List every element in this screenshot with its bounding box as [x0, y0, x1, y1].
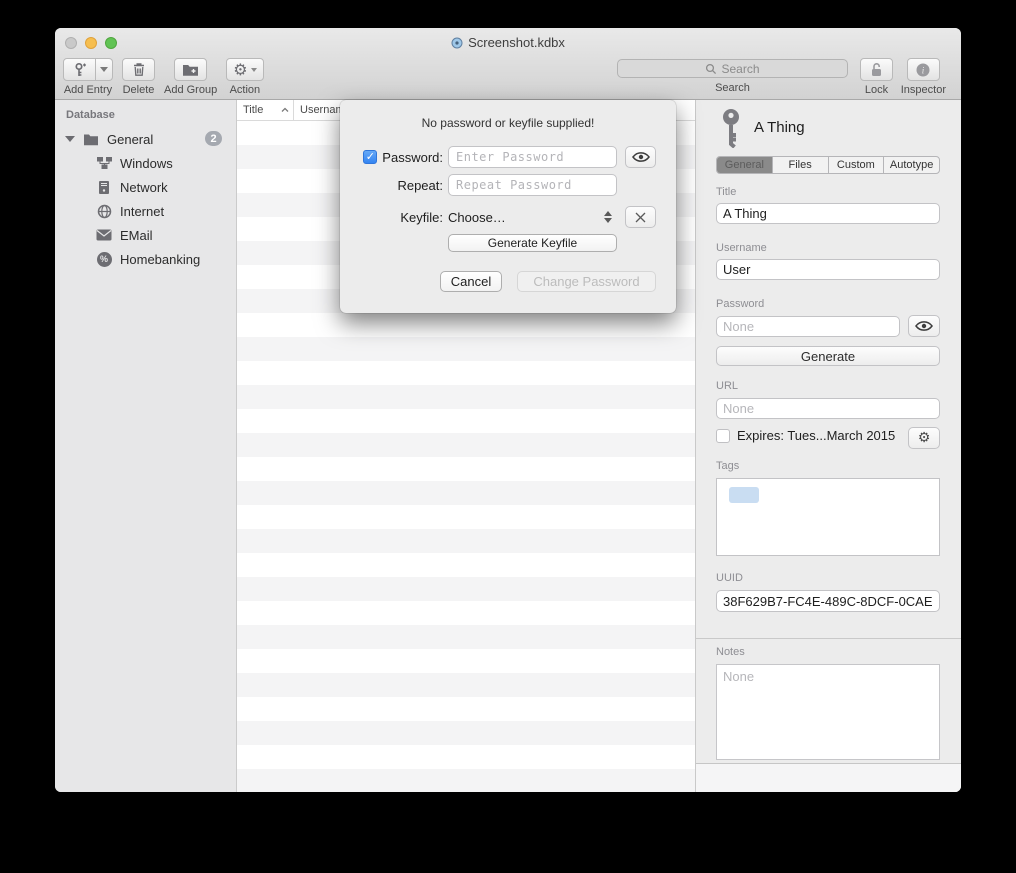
lock-button[interactable]: Lock	[860, 58, 893, 96]
sidebar-item-email[interactable]: EMail	[55, 224, 236, 246]
percent-icon: %	[95, 252, 113, 267]
group-count-badge: 2	[205, 131, 222, 146]
password-label-group: ✓ Password:	[340, 146, 443, 168]
eye-icon	[632, 151, 650, 163]
chevron-down-icon	[251, 68, 257, 72]
gear-icon[interactable]: ⚙	[226, 58, 263, 81]
add-entry-dropdown[interactable]	[96, 58, 113, 81]
tag-pill[interactable]	[729, 487, 759, 503]
change-password-button[interactable]: Change Password	[517, 271, 656, 292]
sheet-warning-message: No password or keyfile supplied!	[340, 116, 676, 130]
url-field-label: URL	[716, 380, 738, 392]
repeat-password-input[interactable]	[448, 174, 617, 196]
document-icon	[451, 37, 463, 49]
add-entry-button[interactable]: Add Entry	[63, 58, 113, 96]
entry-title: A Thing	[754, 119, 805, 136]
repeat-label: Repeat:	[397, 178, 443, 193]
window-chrome: Screenshot.kdbx Add Entry Delete	[55, 28, 961, 100]
tab-files[interactable]: Files	[773, 157, 829, 173]
keyfile-popup[interactable]: Choose…	[448, 206, 506, 228]
sidebar: Database General 2 Windows Network	[55, 100, 237, 792]
keyfile-label-group: Keyfile:	[340, 206, 443, 228]
sort-ascending-icon	[281, 107, 289, 113]
notes-field[interactable]: None	[716, 664, 940, 760]
column-header-title[interactable]: Title	[237, 100, 294, 120]
tab-autotype[interactable]: Autotype	[884, 157, 939, 173]
sidebar-item-windows[interactable]: Windows	[55, 152, 236, 174]
enter-password-input[interactable]	[448, 146, 617, 168]
key-plus-icon[interactable]	[63, 58, 96, 81]
eye-icon	[915, 320, 933, 332]
sidebar-item-internet[interactable]: Internet	[55, 200, 236, 222]
tab-general[interactable]: General	[717, 157, 773, 173]
windows-network-icon	[95, 156, 113, 170]
generate-password-button[interactable]: Generate	[716, 346, 940, 366]
inspector-button[interactable]: i Inspector	[901, 58, 946, 96]
uuid-field[interactable]: 38F629B7-FC4E-489C-8DCF-0CAE	[716, 590, 940, 612]
inspector-panel: A Thing General Files Custom Autotype Ti…	[695, 100, 961, 792]
inspector-tabs: General Files Custom Autotype	[716, 156, 940, 174]
add-group-button[interactable]: Add Group	[164, 58, 217, 96]
globe-icon	[95, 204, 113, 219]
password-label: Password:	[382, 150, 443, 165]
expires-label: Expires: Tues...March 2015	[737, 428, 895, 443]
clear-keyfile-button[interactable]	[625, 206, 656, 228]
username-field-label: Username	[716, 242, 767, 254]
delete-button[interactable]: Delete	[122, 58, 155, 96]
tab-custom[interactable]: Custom	[829, 157, 885, 173]
tags-field[interactable]	[716, 478, 940, 556]
chevron-down-icon	[100, 67, 108, 72]
window-title: Screenshot.kdbx	[55, 35, 961, 50]
expires-gear-button[interactable]: ⚙	[908, 427, 940, 449]
app-window: Screenshot.kdbx Add Entry Delete	[55, 28, 961, 792]
info-icon[interactable]: i	[907, 58, 940, 81]
notes-field-label: Notes	[716, 646, 745, 658]
sidebar-item-network[interactable]: Network	[55, 176, 236, 198]
reveal-password-button[interactable]	[625, 146, 656, 168]
generate-keyfile-button[interactable]: Generate Keyfile	[448, 234, 617, 252]
username-field[interactable]: User	[716, 259, 940, 280]
password-field[interactable]: None	[716, 316, 900, 337]
search-area: Search Search	[617, 59, 848, 94]
close-x-icon	[635, 212, 646, 223]
search-icon	[705, 63, 717, 75]
keyfile-stepper-icon[interactable]	[604, 206, 612, 228]
folder-plus-icon[interactable]	[174, 58, 207, 81]
show-password-button[interactable]	[908, 315, 940, 337]
uuid-field-label: UUID	[716, 572, 743, 584]
toolbar-left-group: Add Entry Delete Add Group ⚙ Action	[63, 58, 264, 96]
sidebar-section-header: Database	[66, 109, 115, 121]
title-field-label: Title	[716, 186, 736, 198]
tags-field-label: Tags	[716, 460, 739, 472]
expires-checkbox[interactable]	[716, 429, 730, 443]
disclosure-triangle-icon[interactable]	[65, 136, 75, 142]
url-field[interactable]: None	[716, 398, 940, 419]
cancel-button[interactable]: Cancel	[440, 271, 502, 292]
password-field-label: Password	[716, 298, 764, 310]
action-button[interactable]: ⚙ Action	[226, 58, 263, 96]
keyfile-label: Keyfile:	[400, 210, 443, 225]
change-password-sheet: No password or keyfile supplied! ✓ Passw…	[340, 100, 676, 313]
server-icon	[95, 180, 113, 195]
trash-icon[interactable]	[122, 58, 155, 81]
repeat-label-group: Repeat:	[340, 174, 443, 196]
password-checkbox[interactable]: ✓	[363, 150, 377, 164]
sidebar-item-general[interactable]: General 2	[55, 128, 236, 150]
title-field[interactable]: A Thing	[716, 203, 940, 224]
inspector-footer	[696, 763, 961, 792]
search-input[interactable]: Search	[617, 59, 848, 78]
inspector-divider	[696, 638, 961, 639]
gear-icon: ⚙	[918, 431, 931, 445]
envelope-icon	[95, 229, 113, 241]
expires-row: Expires: Tues...March 2015	[716, 428, 895, 443]
folder-icon	[82, 133, 100, 146]
sidebar-item-homebanking[interactable]: % Homebanking	[55, 248, 236, 270]
key-icon	[718, 108, 744, 148]
lock-open-icon[interactable]	[860, 58, 893, 81]
